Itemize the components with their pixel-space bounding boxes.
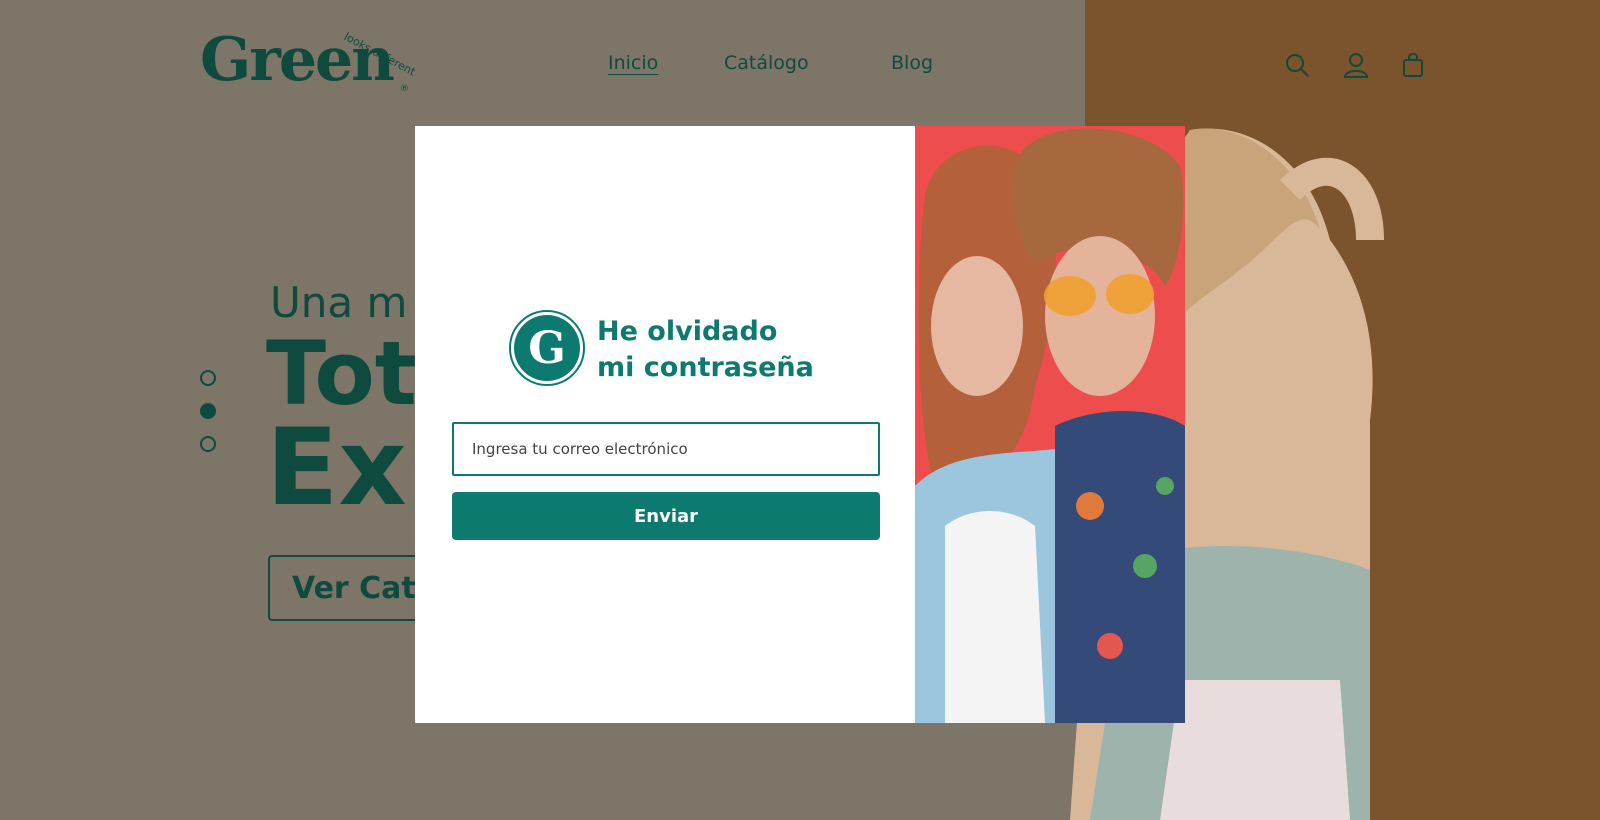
slider-dot-2[interactable] [200, 403, 216, 419]
modal-photo [915, 126, 1185, 723]
badge-letter: G [514, 315, 580, 381]
brand-badge-icon: G [509, 310, 585, 386]
user-icon[interactable] [1343, 52, 1369, 78]
site-header: Green looks different ® Inicio Catálogo … [0, 0, 1600, 120]
couple-photo-image [915, 126, 1185, 723]
hero-title-line2: Ex [266, 406, 407, 529]
email-input[interactable] [452, 422, 880, 476]
modal-title-line1: He olvidado [597, 316, 778, 347]
nav-link-catalogo[interactable]: Catálogo [724, 52, 809, 74]
modal-title-line2: mi contraseña [597, 352, 814, 383]
slider-dot-3[interactable] [200, 436, 216, 452]
nav-link-blog[interactable]: Blog [891, 52, 933, 74]
hero-subtitle: Una m [270, 278, 408, 327]
search-icon[interactable] [1284, 52, 1310, 78]
forgot-password-modal: G He olvidado mi contraseña Enviar [415, 126, 1185, 723]
registered-mark: ® [400, 84, 409, 94]
submit-button[interactable]: Enviar [452, 492, 880, 540]
nav-link-inicio[interactable]: Inicio [608, 52, 658, 74]
modal-title: He olvidado mi contraseña [597, 314, 814, 386]
modal-form-panel: G He olvidado mi contraseña Enviar [415, 126, 915, 723]
nav-link-inicio-label: Inicio [608, 52, 659, 74]
slider-dot-1[interactable] [200, 370, 216, 386]
shopping-bag-icon[interactable] [1400, 52, 1426, 78]
brand-logo[interactable]: Green looks different ® [200, 30, 418, 94]
